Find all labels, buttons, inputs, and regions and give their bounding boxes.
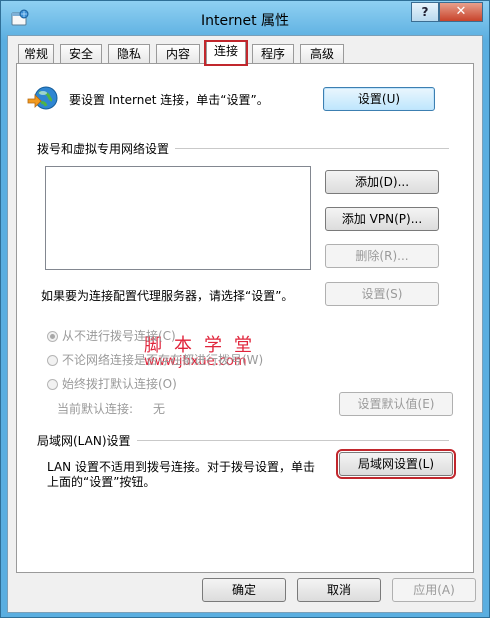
setup-text: 要设置 Internet 连接，单击“设置”。: [69, 93, 269, 107]
radio-dial-when-no-network[interactable]: 不论网络连接是否存在都进行拨号(W): [47, 351, 263, 368]
dialup-group-title: 拨号和虚拟专用网络设置: [37, 140, 176, 157]
radio-always-dial[interactable]: 始终拨打默认连接(O): [47, 375, 177, 392]
add-connection-button[interactable]: 添加(D)...: [325, 170, 439, 194]
ok-button[interactable]: 确定: [202, 578, 286, 602]
dialup-settings-button[interactable]: 设置(S): [325, 282, 439, 306]
lan-group-title: 局域网(LAN)设置: [37, 432, 137, 449]
internet-properties-window: Internet 属性 ? ✕ 常规 安全 隐私 内容 连接 程序 高级 要设置…: [0, 0, 490, 618]
apply-button[interactable]: 应用(A): [392, 578, 476, 602]
tab-connections[interactable]: 连接: [204, 40, 248, 66]
connections-list[interactable]: [45, 166, 311, 270]
tab-general[interactable]: 常规: [18, 44, 54, 64]
radio-dial-when-no-network-label: 不论网络连接是否存在都进行拨号(W): [62, 353, 264, 367]
tab-privacy[interactable]: 隐私: [108, 44, 150, 64]
cancel-button[interactable]: 取消: [297, 578, 381, 602]
radio-dial-when-no-network-indicator: [47, 355, 58, 366]
radio-never-dial-indicator: [47, 331, 58, 342]
current-default-label: 当前默认连接:: [57, 402, 134, 416]
connections-panel: 要设置 Internet 连接，单击“设置”。 设置(U) 拨号和虚拟专用网络设…: [16, 63, 474, 573]
tab-content[interactable]: 内容: [156, 44, 200, 64]
title-bar[interactable]: Internet 属性 ? ✕: [1, 1, 489, 35]
radio-never-dial[interactable]: 从不进行拨号连接(C): [47, 327, 176, 344]
radio-always-dial-indicator: [47, 379, 58, 390]
remove-connection-button[interactable]: 删除(R)...: [325, 244, 439, 268]
lan-settings-button[interactable]: 局域网设置(L): [336, 449, 456, 479]
globe-connection-icon: [27, 86, 58, 110]
current-default-value: 无: [153, 402, 166, 416]
help-button[interactable]: ?: [411, 2, 439, 22]
radio-always-dial-label: 始终拨打默认连接(O): [62, 377, 177, 391]
close-button[interactable]: ✕: [439, 2, 483, 22]
radio-never-dial-label: 从不进行拨号连接(C): [62, 329, 176, 343]
tab-programs[interactable]: 程序: [252, 44, 294, 64]
set-default-button[interactable]: 设置默认值(E): [339, 392, 453, 416]
dialog-client: 常规 安全 隐私 内容 连接 程序 高级 要设置 Internet 连接，单击“…: [7, 35, 483, 613]
tab-security[interactable]: 安全: [60, 44, 102, 64]
proxy-text: 如果要为连接配置代理服务器，请选择“设置”。: [41, 289, 294, 303]
tab-advanced[interactable]: 高级: [300, 44, 344, 64]
add-vpn-button[interactable]: 添加 VPN(P)...: [325, 207, 439, 231]
lan-description-line2: 上面的“设置”按钮。: [47, 475, 156, 489]
setup-button[interactable]: 设置(U): [323, 87, 435, 111]
tab-connections-label: 连接: [213, 44, 238, 58]
